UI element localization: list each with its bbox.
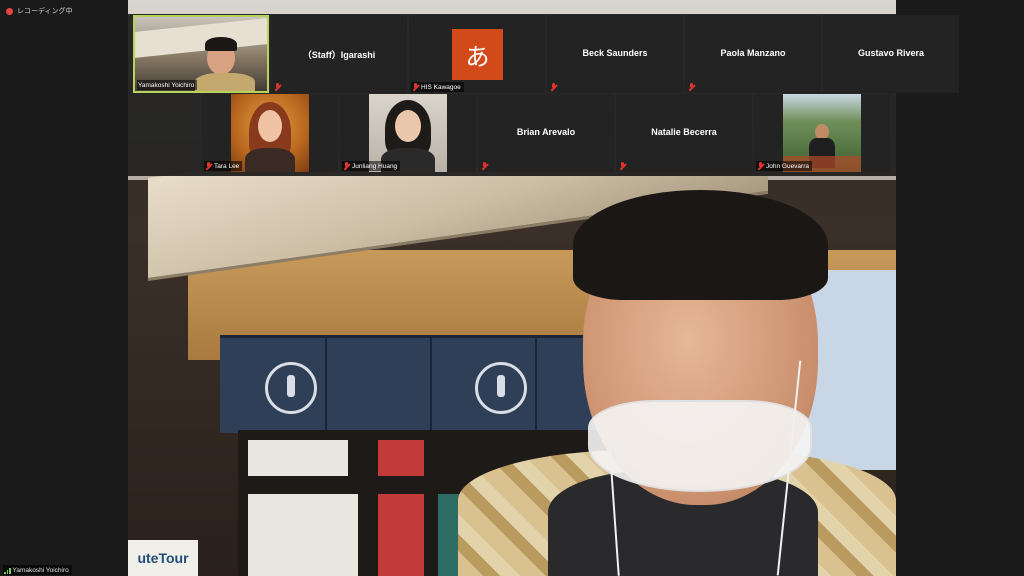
mic-muted-icon [688, 83, 695, 91]
mic-muted-icon [205, 162, 212, 170]
poster [248, 494, 358, 576]
participant-name-label: HIS Kawagoe [411, 82, 464, 92]
mic-muted-icon [412, 83, 419, 91]
recording-dot-icon [6, 7, 13, 15]
participant-name-label: Tara Lee [204, 161, 243, 171]
participant-name-label: Junliang Huang [342, 161, 401, 171]
participant-gallery: Yamakoshi Yoichiro （Staff）Igarashi あ HIS… [19, 14, 1024, 176]
participant-display-name: Brian Arevalo [516, 127, 576, 137]
participant-tile-gustavo-rivera[interactable]: Gustavo Rivera [823, 15, 959, 93]
participant-name-label [549, 82, 560, 92]
poster [378, 494, 424, 576]
participant-video [231, 94, 309, 172]
participant-name: John Guevarra [766, 162, 809, 170]
poster [378, 440, 424, 476]
participant-tile-beck-saunders[interactable]: Beck Saunders [547, 15, 683, 93]
participant-name-label [480, 161, 491, 171]
avatar: あ [452, 29, 503, 80]
participant-name-label [618, 161, 629, 171]
person-face [395, 110, 421, 142]
participant-name-label: John Guevarra [756, 161, 812, 171]
person-hair [573, 190, 828, 300]
person-hair [205, 37, 237, 51]
gallery-row: Tara Lee Junliang Huang Brian Arevalo Na… [202, 94, 890, 172]
curtain-divider [430, 338, 432, 433]
participant-name: HIS Kawagoe [421, 83, 461, 91]
participant-tile-yamakoshi[interactable]: Yamakoshi Yoichiro [133, 15, 269, 93]
participant-display-name: Natalie Becerra [651, 127, 717, 137]
participant-tile-brian-arevalo[interactable]: Brian Arevalo [478, 94, 614, 172]
participant-name-label [687, 82, 698, 92]
participant-tile-junliang-huang[interactable]: Junliang Huang [340, 94, 476, 172]
mic-muted-icon [274, 83, 281, 91]
participant-name: Yamakoshi Yoichiro [138, 81, 195, 89]
participant-tile-john-guevarra[interactable]: John Guevarra [754, 94, 890, 172]
participant-name-label: Yamakoshi Yoichiro [137, 80, 198, 90]
active-speaker-label: Yamakoshi Yoichiro [3, 565, 72, 575]
participant-name: Tara Lee [214, 162, 240, 170]
active-speaker-name: Yamakoshi Yoichiro [12, 566, 69, 574]
mic-muted-icon [343, 162, 350, 170]
person-shoulders [245, 148, 295, 172]
participant-tile-his-kawagoe[interactable]: あ HIS Kawagoe [409, 15, 545, 93]
mic-muted-icon [619, 162, 626, 170]
face-mask [588, 400, 812, 492]
info-logo-icon [475, 362, 527, 414]
curtain-divider [325, 338, 327, 433]
mic-muted-icon [757, 162, 764, 170]
participant-display-name: Gustavo Rivera [857, 48, 925, 58]
participant-display-name: （Staff）Igarashi [302, 50, 376, 60]
shop-curtain [220, 335, 640, 433]
participant-tile-paola-manzano[interactable]: Paola Manzano [685, 15, 821, 93]
participant-name: Junliang Huang [352, 162, 398, 170]
participant-tile-tara-lee[interactable]: Tara Lee [202, 94, 338, 172]
poster [248, 440, 348, 476]
participant-display-name: Beck Saunders [582, 48, 648, 58]
participant-name-label [273, 82, 284, 92]
participant-tile-igarashi[interactable]: （Staff）Igarashi [271, 15, 407, 93]
tour-sign: uteTour [128, 540, 198, 576]
connection-signal-icon [4, 567, 11, 574]
person-scarf [195, 73, 255, 91]
mic-muted-icon [481, 162, 488, 170]
gallery-row: Yamakoshi Yoichiro （Staff）Igarashi あ HIS… [133, 15, 959, 93]
participant-display-name: Paola Manzano [720, 48, 786, 58]
person-face [258, 110, 282, 142]
info-logo-icon [265, 362, 317, 414]
mic-muted-icon [550, 83, 557, 91]
curtain-divider [535, 338, 537, 433]
participant-tile-natalie-becerra[interactable]: Natalie Becerra [616, 94, 752, 172]
